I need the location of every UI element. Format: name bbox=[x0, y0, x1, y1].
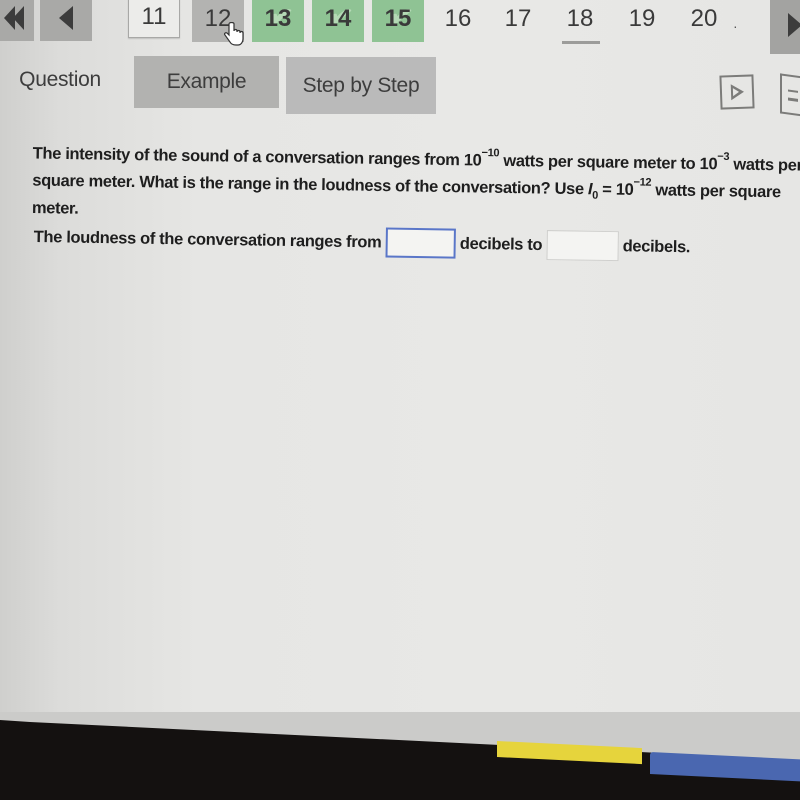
page-15-completed[interactable]: ✔ 15 bbox=[372, 0, 424, 42]
page-16[interactable]: 16 bbox=[432, 0, 484, 42]
chevron-left-icon bbox=[59, 5, 73, 30]
tab-question[interactable]: Question bbox=[10, 62, 110, 98]
next-page-button[interactable] bbox=[770, 0, 800, 54]
chevron-right-icon bbox=[788, 13, 800, 37]
page-20[interactable]: 20 bbox=[678, 0, 730, 42]
question-pager: 11 12 ✔ 13 ✔ 14 ✔ 15 16 17 18 19 20 · bbox=[0, 0, 800, 54]
screen bbox=[0, 0, 800, 760]
double-chevron-left-icon bbox=[4, 5, 24, 30]
previous-page-button[interactable] bbox=[40, 0, 92, 41]
page-11[interactable]: 11 bbox=[128, 0, 180, 38]
first-page-button[interactable] bbox=[0, 0, 34, 41]
ebook-icon bbox=[788, 88, 798, 93]
page-18-current[interactable]: 18 bbox=[554, 0, 606, 44]
tab-step-by-step[interactable]: Step by Step bbox=[286, 57, 436, 114]
question-text: The intensity of the sound of a conversa… bbox=[31, 144, 800, 219]
page-19[interactable]: 19 bbox=[616, 0, 668, 42]
page-14-completed[interactable]: ✔ 14 bbox=[312, 0, 364, 42]
hand-cursor-icon bbox=[224, 22, 244, 46]
page-17[interactable]: 17 bbox=[492, 0, 544, 42]
loudness-min-input[interactable] bbox=[385, 227, 456, 259]
loudness-max-input[interactable] bbox=[546, 230, 619, 262]
play-video-icon bbox=[730, 83, 744, 101]
page-13-completed[interactable]: ✔ 13 bbox=[252, 0, 304, 42]
tab-example[interactable]: Example bbox=[134, 56, 279, 108]
more-pages-indicator: · bbox=[733, 18, 738, 34]
video-button[interactable] bbox=[719, 74, 755, 110]
ebook-button[interactable] bbox=[780, 73, 800, 117]
